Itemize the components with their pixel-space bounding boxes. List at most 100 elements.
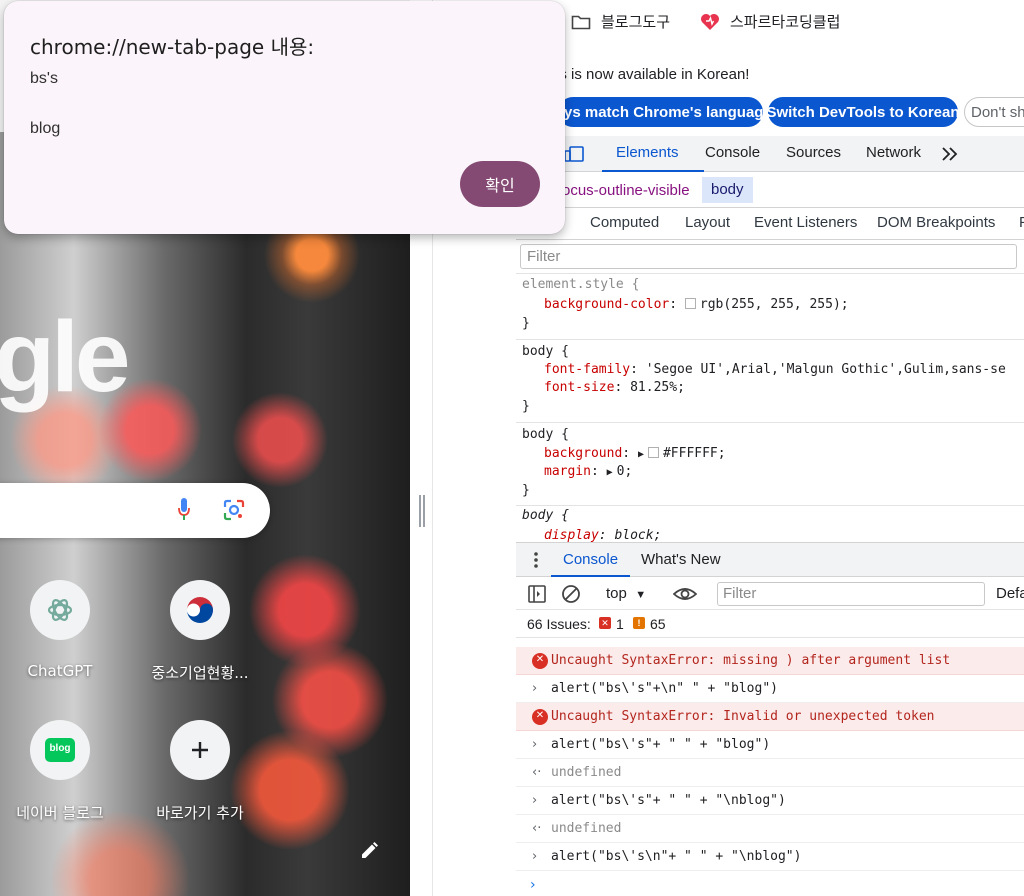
live-expression-eye-icon[interactable] [673,584,697,604]
google-logo-fragment: gle [0,301,130,413]
warning-count: 65 [650,616,666,632]
bookmark-label: 스파르타코딩클럽 [730,13,841,31]
input-chevron-icon: › [532,737,538,752]
console-message[interactable]: › alert("bs\'s\n"+ " " + "\nblog") [516,843,1024,871]
dont-show-again-button[interactable]: Don't sh [964,97,1024,127]
message-text: alert("bs\'s"+ " " + "\nblog") [551,793,786,808]
context-selector[interactable]: top ▼ [606,585,646,602]
style-property[interactable]: margin: ▶ 0; [544,463,632,482]
language-infobar: evTools is now available in Korean! ys m… [516,44,1024,136]
shortcut-label: 중소기업현황... [151,664,249,682]
message-text: Uncaught SyntaxError: Invalid or unexpec… [551,709,935,724]
message-text: undefined [551,765,622,780]
style-property[interactable]: font-family: 'Segoe UI',Arial,'Malgun Go… [544,361,1006,379]
active-drawer-tab-indicator [551,575,630,577]
ok-button[interactable]: 확인 [460,161,540,207]
expand-triangle-icon[interactable]: ▶ [638,449,644,460]
message-text: undefined [551,821,622,836]
subtab-computed[interactable]: Computed [590,214,659,231]
rule-close: } [522,316,530,331]
clear-console-icon[interactable] [561,584,581,604]
tab-console[interactable]: Console [705,144,760,161]
naver-blog-icon-text: blog [45,738,75,762]
drawer-tab-console[interactable]: Console [563,551,618,568]
match-chrome-language-button[interactable]: ys match Chrome's language [558,97,772,127]
breadcrumb-html[interactable]: ocus-outline-visible [562,182,690,199]
style-property[interactable]: background-color: rgb(255, 255, 255); [544,296,849,314]
property-value: #FFFFFF; [662,446,726,461]
shortcut-naver-blog[interactable]: blog 네이버 블로그 [0,720,125,823]
tab-sources[interactable]: Sources [786,144,841,161]
pencil-icon[interactable] [358,840,380,862]
property-name: font-family [544,362,631,377]
property-name: margin [544,464,591,479]
more-tabs-chevron-icon[interactable] [941,146,959,162]
console-prompt-icon[interactable]: › [530,877,536,893]
context-value: top [606,585,627,602]
warning-badge-icon: ! [633,617,645,629]
styles-filter-bar: Filter [516,240,1024,274]
style-property[interactable]: display: block; [544,527,661,542]
dialog-message-line: blog [30,120,61,137]
style-property[interactable]: font-size: 81.25%; [544,379,685,397]
color-swatch[interactable] [647,447,659,458]
console-message[interactable]: › alert("bs\'s"+ " " + "\nblog") [516,787,1024,815]
drawer-tab-whats-new[interactable]: What's New [641,551,721,568]
microphone-icon[interactable] [178,498,190,522]
style-property[interactable]: background: ▶ #FFFFFF; [544,445,726,464]
rule-selector: body { [522,427,569,442]
bookmark-folder-blog-tools[interactable]: 블로그도구 [571,11,670,32]
color-swatch[interactable] [684,298,696,309]
issues-label: 66 Issues: [527,616,591,632]
sidebar-toggle-icon[interactable] [527,584,547,604]
add-shortcut-button[interactable]: 바로가기 추가 [135,720,265,823]
chatgpt-icon [30,580,90,640]
subtab-properties[interactable]: P [1019,214,1024,231]
console-message[interactable]: ✕ Uncaught SyntaxError: Invalid or unexp… [516,703,1024,731]
error-badge-icon: ✕ [599,617,611,629]
google-lens-icon[interactable] [222,498,246,522]
sparta-heart-icon [701,13,719,30]
shortcut-label: 바로가기 추가 [156,804,244,822]
error-icon: ✕ [532,653,548,669]
console-message[interactable]: › alert("bs\'s"+\n" " + "blog") [516,675,1024,703]
styles-filter-input[interactable]: Filter [520,244,1017,269]
console-message[interactable]: › alert("bs\'s"+ " " + "blog") [516,731,1024,759]
input-chevron-icon: › [532,793,538,808]
log-levels-dropdown[interactable]: Defa [996,585,1024,602]
device-toolbar-icon[interactable] [564,145,584,163]
naver-blog-icon: blog [30,720,90,780]
style-rule: body { display: block; [516,507,1024,542]
subtab-layout[interactable]: Layout [685,214,730,231]
style-rule: body { font-family: 'Segoe UI',Arial,'Ma… [516,341,1024,423]
property-value: rgb(255, 255, 255); [699,297,849,312]
switch-to-korean-button[interactable]: Switch DevTools to Korean [766,97,960,127]
rule-selector: element.style { [522,277,640,292]
add-icon [170,720,230,780]
property-name: background [544,446,623,461]
console-message[interactable]: ✕ Uncaught SyntaxError: missing ) after … [516,647,1024,675]
tab-elements[interactable]: Elements [616,144,679,161]
subtab-event-listeners[interactable]: Event Listeners [754,214,857,231]
subtab-dom-breakpoints[interactable]: DOM Breakpoints [877,214,995,231]
issues-bar[interactable]: 66 Issues: ✕ 1 ! 65 [516,610,1024,638]
shortcut-sme-status[interactable]: 중소기업현황... [135,580,265,683]
error-count: 1 [616,616,624,632]
breadcrumb-body[interactable]: body [702,177,753,203]
input-chevron-icon: › [532,681,538,696]
message-text: alert("bs\'s\n"+ " " + "\nblog") [551,849,802,864]
search-box[interactable] [0,483,270,538]
tab-network[interactable]: Network [866,144,921,161]
rule-close: } [522,399,530,414]
console-filter-input[interactable]: Filter [717,582,985,606]
console-message[interactable]: ‹· undefined [516,815,1024,843]
more-options-icon[interactable] [532,551,540,569]
expand-triangle-icon[interactable]: ▶ [607,467,613,478]
style-rule: element.style { background-color: rgb(25… [516,274,1024,340]
shortcut-chatgpt[interactable]: ChatGPT [0,580,125,680]
resize-handle[interactable] [419,495,425,527]
console-message[interactable]: ‹· undefined [516,759,1024,787]
dialog-message-line: bs's [30,70,58,87]
bookmark-sparta-coding-club[interactable]: 스파르타코딩클럽 [700,11,840,32]
shortcut-label: ChatGPT [27,662,93,680]
